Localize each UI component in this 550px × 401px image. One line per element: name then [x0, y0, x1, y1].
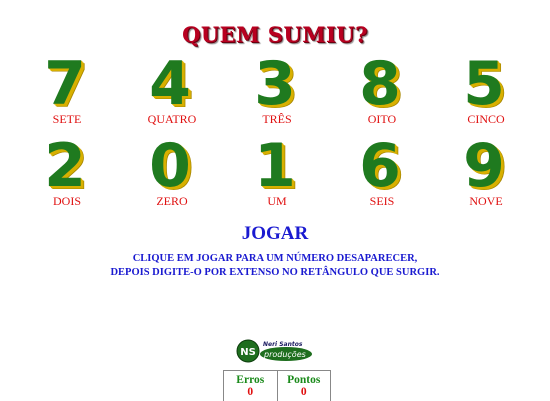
number-card: 3 3 3 3 3 3 TRÊS — [237, 46, 317, 127]
digit-face: 0 — [150, 131, 191, 194]
instructions-line-2: DEPOIS DIGITE-O POR EXTENSO NO RETÂNGULO… — [110, 267, 440, 278]
instructions: CLIQUE EM JOGAR PARA UM NÚMERO DESAPAREC… — [0, 252, 550, 280]
points-label: Pontos — [287, 374, 321, 386]
digit-face: 5 — [464, 49, 505, 112]
number-card: 9 9 9 9 9 9 NOVE — [446, 128, 526, 209]
digit-face: 2 — [45, 131, 86, 194]
play-button[interactable]: JOGAR — [0, 223, 550, 245]
digit-face: 8 — [360, 49, 401, 112]
number-word: ZERO — [156, 194, 188, 208]
digit-7: 777777 — [45, 49, 89, 112]
number-card: 1 1 1 1 1 1 UM — [237, 128, 317, 209]
instructions-line-1: CLIQUE EM JOGAR PARA UM NÚMERO DESAPAREC… — [132, 253, 418, 264]
logo-author: Neri Santos — [263, 341, 303, 348]
digit-face: 1 — [255, 131, 296, 194]
number-word: TRÊS — [262, 112, 292, 126]
digit-8: 888888 — [360, 49, 404, 112]
number-card: 7 7 7 7 7 7 SETE — [27, 46, 107, 127]
number-word: SEIS — [369, 194, 395, 208]
digit-0: 000000 — [150, 131, 194, 194]
number-card: 4 4 4 4 4 4 QUATRO — [132, 46, 212, 127]
errors-column: Erros 0 — [224, 371, 277, 401]
game-title: QUEM SUMIU? — [182, 22, 368, 47]
logo-tag: produções — [263, 350, 306, 359]
digit-face: 6 — [360, 131, 401, 194]
points-value: 0 — [300, 386, 307, 398]
scoreboard: Erros 0 Pontos 0 — [223, 370, 331, 401]
digit-3: 333333 — [255, 49, 299, 112]
digit-9: 999999 — [464, 131, 508, 194]
digit-5: 555555 — [464, 49, 508, 112]
points-column: Pontos 0 — [276, 371, 331, 401]
number-word: NOVE — [469, 194, 503, 208]
number-word: DOIS — [52, 194, 81, 208]
digit-face: 9 — [464, 131, 505, 194]
digit-2: 222222 — [45, 131, 89, 194]
number-card: 8 8 8 8 8 8 OITO — [342, 46, 422, 127]
errors-label: Erros — [236, 374, 265, 386]
number-word: SETE — [52, 112, 82, 126]
digit-face: 7 — [45, 49, 86, 112]
producer-logo: NS Neri Santos produções — [236, 339, 312, 363]
logo-initials: NS — [240, 347, 256, 358]
number-card: 2 2 2 2 2 2 DOIS — [27, 128, 107, 209]
digit-face: 3 — [255, 49, 296, 112]
digit-4: 444444 — [150, 49, 194, 112]
number-word: UM — [267, 194, 287, 208]
number-card: 0 0 0 0 0 0 ZERO — [132, 128, 212, 209]
number-card: 5 5 5 5 5 5 CINCO — [446, 46, 526, 127]
digit-1: 111111 — [255, 131, 299, 194]
errors-value: 0 — [247, 386, 254, 398]
number-word: CINCO — [467, 112, 505, 126]
digit-face: 4 — [150, 49, 191, 112]
number-card: 6 6 6 6 6 6 SEIS — [342, 128, 422, 209]
number-word: OITO — [367, 112, 397, 126]
number-word: QUATRO — [147, 112, 197, 126]
digit-6: 666666 — [360, 131, 404, 194]
